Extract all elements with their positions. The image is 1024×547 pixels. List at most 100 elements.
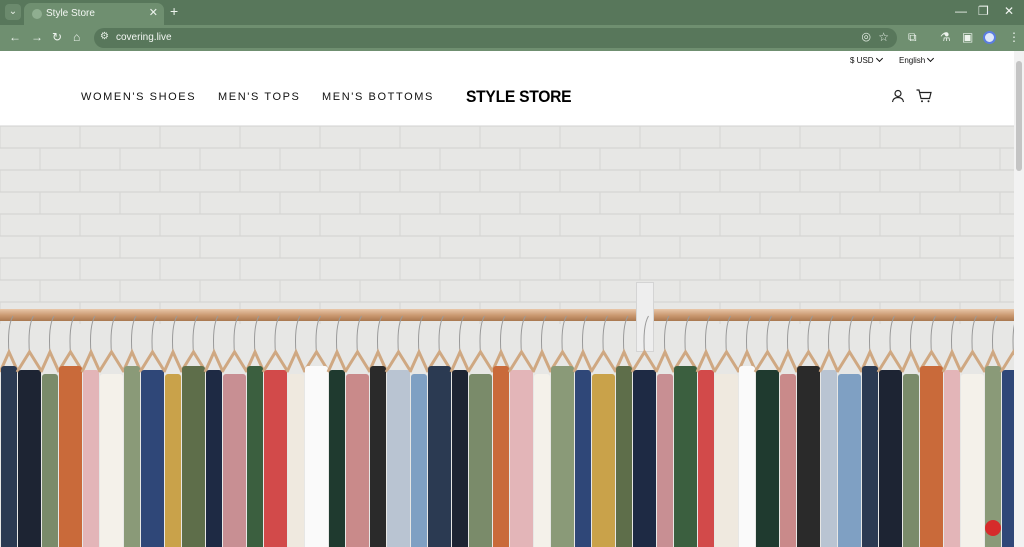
labs-icon[interactable]: ⚗ (940, 30, 951, 44)
address-url[interactable]: covering.live (116, 32, 172, 43)
utility-bar: $ USD English (0, 51, 1014, 71)
page-scrollbar[interactable] (1014, 51, 1024, 547)
extensions-icon[interactable]: ⧉ (908, 30, 917, 44)
hanger-hook (233, 315, 239, 355)
hanger-hook (951, 315, 957, 355)
garment (821, 370, 837, 547)
garment (223, 374, 246, 547)
wooden-hanger (466, 349, 495, 373)
hanger-hook (992, 315, 998, 355)
wooden-hanger (449, 348, 471, 373)
nav-womens-shoes[interactable]: WOMEN'S SHOES (81, 91, 196, 103)
browser-tab[interactable]: Style Store ✕ (24, 3, 164, 25)
scrollbar-thumb[interactable] (1016, 61, 1022, 171)
browser-tab-bar: ⌄ Style Store ✕ + — ❐ ✕ (0, 0, 1024, 25)
hanger-hook (418, 315, 424, 355)
garment (387, 370, 410, 547)
chevron-down-icon (927, 54, 935, 63)
chat-widget-icon[interactable] (985, 520, 1001, 536)
hanger-hook (848, 315, 854, 355)
hanger-hook (213, 315, 219, 355)
garment (305, 366, 328, 547)
hanger-hook (561, 315, 567, 355)
nav-mens-bottoms[interactable]: MEN'S BOTTOMS (322, 91, 434, 103)
garment (124, 366, 140, 547)
reload-button[interactable]: ↻ (52, 30, 62, 44)
hanger-hook (49, 315, 55, 355)
garment (592, 374, 615, 547)
hanger-hook (746, 315, 752, 355)
garment (206, 370, 222, 547)
hanger-hook (459, 315, 465, 355)
hanger-hook (274, 315, 280, 355)
wooden-hanger (15, 349, 44, 373)
wooden-hanger (941, 348, 963, 373)
hanger-hook (664, 315, 670, 355)
hanging-garments (0, 315, 1014, 547)
wooden-hanger (343, 349, 372, 373)
garment (1, 366, 17, 547)
account-icon[interactable] (891, 89, 905, 103)
garment (141, 370, 164, 547)
hanger-hook (766, 315, 772, 355)
garment (182, 366, 205, 547)
site-info-icon[interactable]: ⚙ (100, 31, 109, 42)
new-tab-button[interactable]: + (170, 4, 178, 18)
wooden-hanger (589, 349, 618, 373)
hanger-hook (684, 315, 690, 355)
hanger-hook (910, 315, 916, 355)
hanger-hook (131, 315, 137, 355)
hanger-hook (377, 315, 383, 355)
hanger-hook (582, 315, 588, 355)
hanger-hook (356, 315, 362, 355)
hanger-hook (787, 315, 793, 355)
garment (739, 366, 755, 547)
window-close-button[interactable]: ✕ (1004, 4, 1014, 18)
browser-toolbar: ← → ↻ ⌂ ⚙ covering.live ◎ ☆ ⧉ ⚗ ▣ ⋮ (0, 25, 1024, 51)
tracking-protection-icon[interactable]: ◎ (861, 30, 871, 43)
wooden-hanger (630, 349, 659, 373)
wooden-hanger (818, 348, 840, 373)
hanger-hook (725, 315, 731, 355)
hanger-hook (643, 315, 649, 355)
hanger-hook (438, 315, 444, 355)
wooden-hanger (712, 349, 741, 373)
tab-search-button[interactable]: ⌄ (5, 4, 21, 20)
restore-button[interactable]: ❐ (978, 4, 989, 18)
wooden-hanger (261, 349, 290, 373)
minimize-button[interactable]: — (955, 4, 967, 18)
store-logo[interactable]: STYLE STORE (466, 87, 572, 107)
wooden-hanger (695, 348, 717, 373)
garment (961, 374, 984, 547)
garment (616, 366, 632, 547)
browser-menu-icon[interactable]: ⋮ (1008, 30, 1020, 44)
currency-selector[interactable]: $ USD (850, 54, 883, 65)
garment (1002, 370, 1014, 547)
language-selector[interactable]: English (899, 54, 935, 65)
hanger-hook (151, 315, 157, 355)
tab-close-icon[interactable]: ✕ (149, 7, 158, 19)
garment (575, 370, 591, 547)
profile-avatar[interactable] (983, 31, 996, 44)
side-panel-icon[interactable]: ▣ (962, 30, 973, 44)
wooden-hanger (531, 348, 553, 373)
forward-button[interactable]: → (31, 30, 43, 44)
garment (42, 374, 58, 547)
garment (920, 366, 943, 547)
garment (18, 370, 41, 547)
back-button[interactable]: ← (9, 30, 21, 44)
garment (838, 374, 861, 547)
address-bar[interactable]: ⚙ covering.live ◎ ☆ (94, 28, 897, 48)
bookmark-star-icon[interactable]: ☆ (878, 30, 889, 44)
wooden-hanger (80, 348, 102, 373)
hanger-hook (807, 315, 813, 355)
wooden-hanger (285, 348, 307, 373)
hanger-hook (828, 315, 834, 355)
hanger-hook (889, 315, 895, 355)
home-button[interactable]: ⌂ (73, 30, 80, 44)
garment (370, 366, 386, 547)
nav-mens-tops[interactable]: MEN'S TOPS (218, 91, 301, 103)
cart-icon[interactable] (916, 89, 932, 103)
garment (756, 370, 779, 547)
garment (288, 374, 304, 547)
